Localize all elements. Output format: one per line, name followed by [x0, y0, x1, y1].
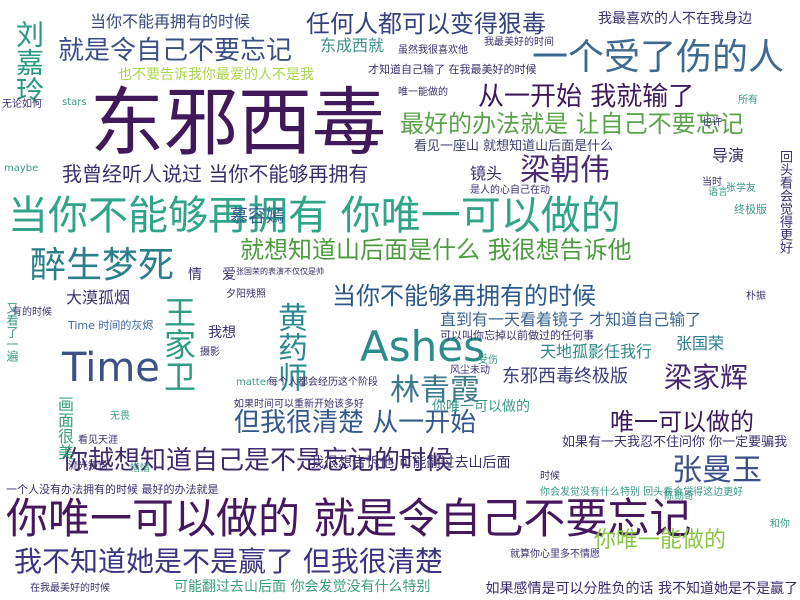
word: maybe: [4, 163, 39, 174]
word: 我不知道她是不是赢了 但我很清楚: [14, 545, 443, 578]
word: 直到有一天看着镜子 才知道自己输了: [440, 310, 702, 329]
word: 东邪西毒终极版: [502, 366, 628, 387]
word: 当你不能再拥有的时候: [90, 12, 251, 31]
word: 流光镜语: [68, 461, 108, 472]
word: 是人的心自己在动: [470, 185, 550, 196]
word: 一个受了伤的人: [532, 37, 785, 78]
word: 可能翻过去山后面 你会发觉没有什么特别: [174, 579, 431, 595]
word: 看见一座山 就想知道山后面是什么: [414, 139, 614, 154]
word: 醉生梦死: [30, 245, 175, 286]
word: 摄影: [200, 347, 220, 358]
word: 如果时间可以重新开始该多好: [234, 399, 364, 410]
word-cloud: 东邪西毒 Ashes Time 当你不能够再拥有 你唯一可以做的 你唯一可以做的…: [0, 0, 800, 600]
word: 一个人没有办法拥有的时候 最好的办法就是: [6, 483, 219, 496]
word: 王家卫: [159, 296, 197, 392]
word: 惜惜: [130, 463, 150, 474]
word: 梁朝伟: [520, 153, 610, 188]
word: 回头看会觉得更好: [777, 150, 792, 254]
word: 虽然我很喜欢他: [398, 45, 468, 56]
word: 镜头: [470, 164, 503, 183]
word: 张国荣: [676, 334, 725, 353]
word: 任何人都可以变得狠毒: [306, 10, 546, 38]
word: 大漠孤烟: [66, 288, 131, 307]
word: 无畏: [110, 411, 130, 422]
word: 每个人都会经历这个阶段: [268, 377, 378, 388]
word: matter: [236, 377, 270, 388]
word: 可以叫你忘掉以前做过的任何事: [440, 329, 594, 342]
word: 时候: [540, 471, 560, 482]
word: 从一开始 我就输了: [478, 82, 695, 112]
word: 夕阳残照: [226, 289, 266, 300]
word: 东成西就: [320, 36, 385, 55]
word: 张学友: [726, 183, 756, 194]
word: 刘嘉玲: [12, 20, 45, 104]
word: 朴振: [746, 291, 766, 302]
word: 你会发觉没有什么特别 回头看会觉得这边更好: [540, 487, 744, 498]
word: 你唯一可以做的: [432, 399, 530, 415]
word: 就算你心里多不情愿: [510, 549, 600, 560]
word: 张曼玉: [672, 453, 762, 488]
word: 我曾经听人说过 当你不能够再拥有: [62, 162, 369, 186]
word: 又看了一遍: [5, 302, 19, 362]
word: 无论如何: [2, 99, 42, 110]
word: 东邪西毒: [90, 80, 386, 166]
word: 也不要告诉我你最爱的人不是我: [118, 67, 314, 83]
word: 如果有一天我忍不住问你 你一定要骗我: [562, 435, 788, 450]
word: 风尘未动: [450, 365, 490, 376]
word: 导演: [712, 146, 745, 165]
word: 终极版: [734, 203, 767, 216]
word: 画面很美: [55, 396, 74, 460]
word: 当时: [702, 177, 722, 188]
word: 语言: [708, 187, 728, 198]
word: 我想: [208, 325, 236, 341]
word: stars: [62, 97, 87, 108]
word: Time: [62, 345, 160, 391]
word: 和你: [770, 519, 790, 530]
word: 在我最美好的时候: [30, 583, 110, 594]
word: 我很想告诉他 可能翻过去山后面: [310, 455, 511, 471]
word: 我最喜欢的人不在我身边: [598, 11, 752, 27]
word: 就是令自己不要忘记: [58, 36, 293, 66]
word: 当你不能够再拥有 你唯一可以做的: [8, 193, 621, 239]
word: 你唯一能做的: [594, 528, 727, 553]
word: 我最美好的时间: [484, 37, 554, 48]
word: 就想知道山后面是什么 我很想告诉他: [240, 236, 632, 264]
word: 梁家辉: [664, 361, 749, 394]
word: Time 时间的灰烬: [68, 319, 154, 332]
word: 慕容嫣: [230, 206, 284, 227]
word: 天地孤影任我行: [540, 342, 653, 361]
word: 爱: [222, 267, 236, 283]
word: 唯一能做的: [398, 87, 448, 98]
word: 所有: [738, 95, 758, 106]
word: 张国荣的表演不仅仅是帅: [236, 267, 324, 276]
word: 如果感情是可以分胜负的话 我不知道她是不是赢了: [485, 581, 798, 597]
word: 唯一可以做的: [610, 408, 754, 436]
word: 也许: [702, 117, 722, 128]
word: 当你不能够再拥有的时候: [332, 282, 596, 310]
word: 情: [188, 267, 202, 283]
word: 你唯一可以做的 就是令自己不要忘记: [6, 494, 692, 543]
word: 看见天涯: [78, 435, 118, 446]
word: 才知道自己输了 在我最美好的时候: [368, 63, 537, 76]
word: 最好的办法就是 让自己不要忘记: [400, 110, 744, 138]
